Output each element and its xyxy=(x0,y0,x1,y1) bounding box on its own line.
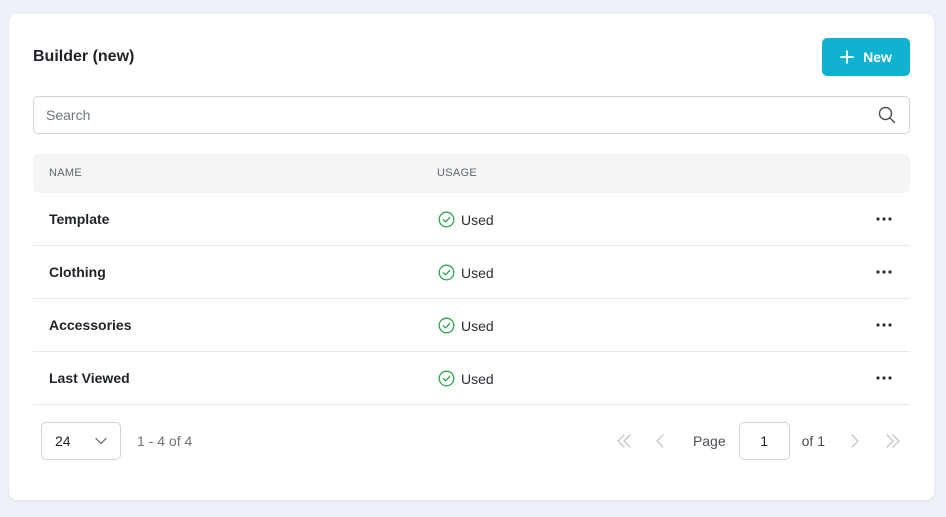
first-page-button[interactable] xyxy=(615,432,633,450)
page-total-label: of 1 xyxy=(801,433,825,449)
check-circle-icon xyxy=(438,317,455,334)
row-name[interactable]: Last Viewed xyxy=(49,352,130,405)
page-number-input[interactable] xyxy=(738,422,790,460)
chevron-down-icon xyxy=(95,437,107,445)
row-name[interactable]: Template xyxy=(49,193,109,246)
pagination-bar: 24 1 - 4 of 4 Page of 1 xyxy=(41,422,910,460)
page-label: Page xyxy=(692,433,726,449)
more-options-icon[interactable] xyxy=(875,212,893,226)
row-name[interactable]: Accessories xyxy=(49,299,132,352)
more-options-icon[interactable] xyxy=(875,265,893,279)
row-name[interactable]: Clothing xyxy=(49,246,106,299)
page-size-value: 24 xyxy=(55,433,71,449)
check-circle-icon xyxy=(438,264,455,281)
table-row[interactable]: Clothing Used xyxy=(33,246,910,299)
chevrons-right-icon xyxy=(886,434,900,448)
previous-page-button[interactable] xyxy=(651,432,669,450)
new-button[interactable]: New xyxy=(822,38,910,76)
pager: Page of 1 xyxy=(615,422,910,460)
page-title: Builder (new) xyxy=(33,48,135,65)
table-row[interactable]: Accessories Used xyxy=(33,299,910,352)
chevrons-left-icon xyxy=(617,434,631,448)
column-header-name[interactable]: NAME xyxy=(49,154,82,193)
row-usage: Used xyxy=(438,246,494,299)
row-usage: Used xyxy=(438,352,494,405)
row-usage: Used xyxy=(438,193,494,246)
chevron-left-icon xyxy=(656,434,664,448)
usage-label: Used xyxy=(461,264,494,281)
usage-label: Used xyxy=(461,317,494,334)
next-page-button[interactable] xyxy=(846,432,864,450)
builder-card: Builder (new) New NAME USAGE Template Us… xyxy=(9,14,934,500)
table-body: Template Used Clothing Used Accessories … xyxy=(33,193,910,405)
row-usage: Used xyxy=(438,299,494,352)
table-header: NAME USAGE xyxy=(33,154,910,193)
search-box xyxy=(33,96,910,134)
check-circle-icon xyxy=(438,211,455,228)
new-button-label: New xyxy=(863,49,892,65)
search-input[interactable] xyxy=(34,97,878,133)
column-header-usage[interactable]: USAGE xyxy=(437,154,477,193)
more-options-icon[interactable] xyxy=(875,371,893,385)
search-icon[interactable] xyxy=(878,106,896,124)
check-circle-icon xyxy=(438,370,455,387)
usage-label: Used xyxy=(461,370,494,387)
more-options-icon[interactable] xyxy=(875,318,893,332)
chevron-right-icon xyxy=(851,434,859,448)
usage-label: Used xyxy=(461,211,494,228)
table-row[interactable]: Template Used xyxy=(33,193,910,246)
table-row[interactable]: Last Viewed Used xyxy=(33,352,910,405)
page-size-select[interactable]: 24 xyxy=(41,422,121,460)
plus-icon xyxy=(840,50,854,64)
last-page-button[interactable] xyxy=(884,432,902,450)
range-text: 1 - 4 of 4 xyxy=(137,433,193,449)
